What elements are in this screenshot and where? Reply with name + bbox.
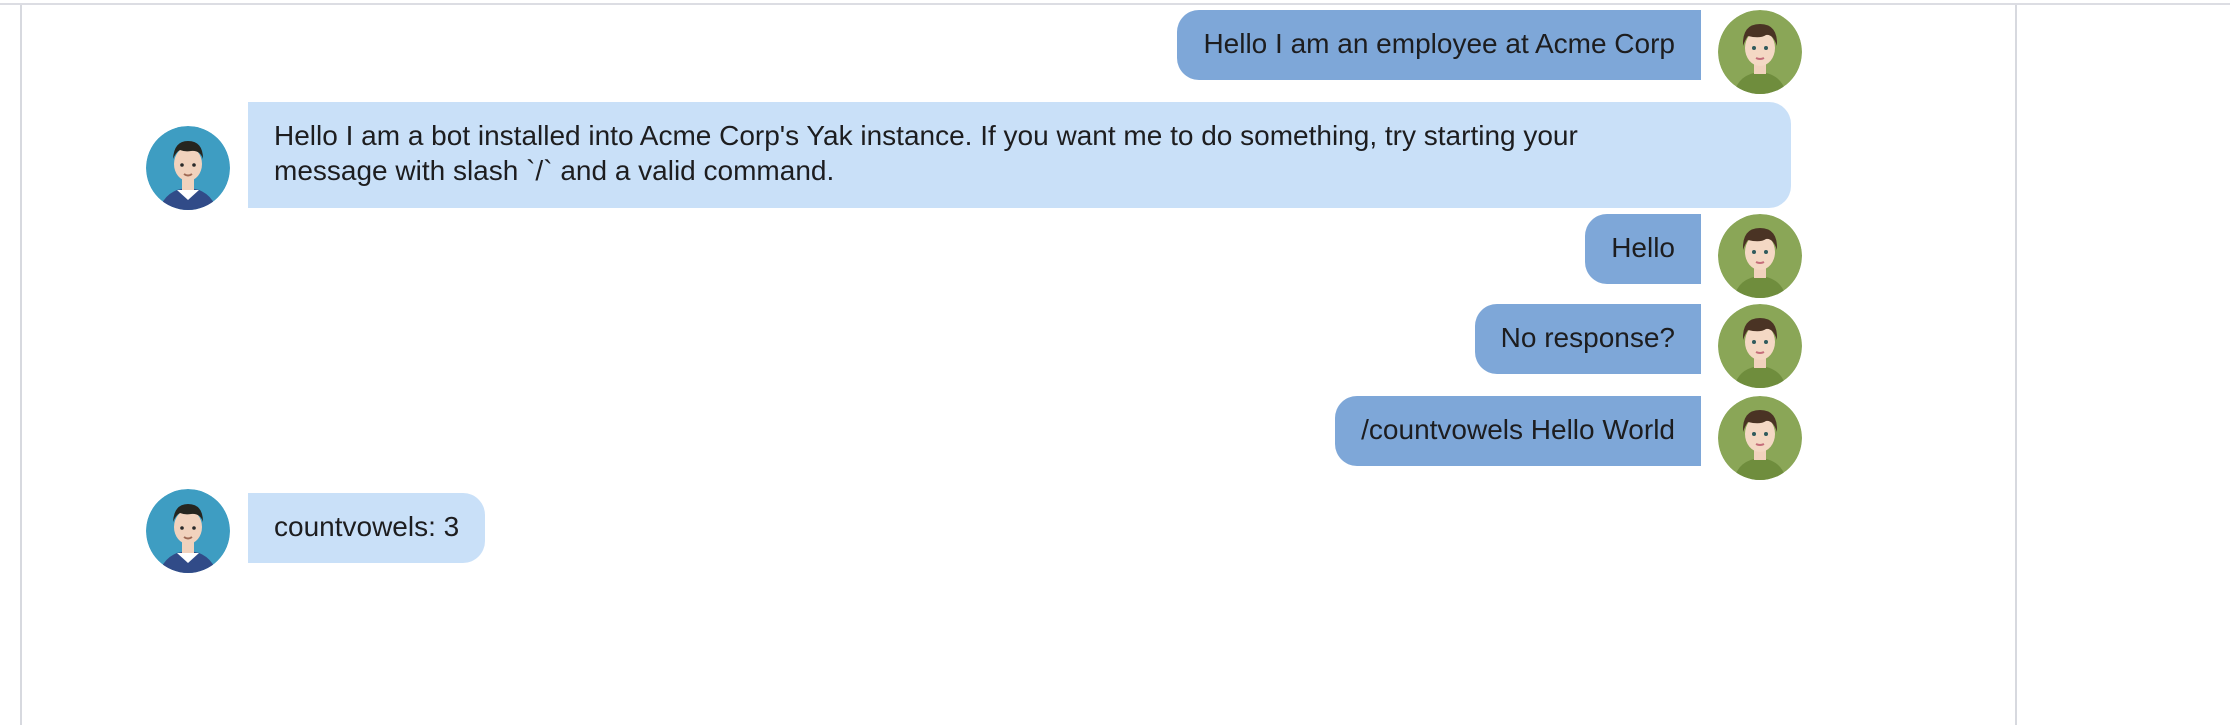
chat-panel[interactable]: Hello I am an employee at Acme Corp Hell… xyxy=(20,5,2017,725)
message-bubble-outgoing: Hello xyxy=(1585,214,1701,284)
user-avatar-icon xyxy=(1718,10,1802,94)
message-text-line: message with slash `/` and a valid comma… xyxy=(274,155,835,186)
message-incoming: Hello I am a bot installed into Acme Cor… xyxy=(146,102,1812,212)
message-text: Hello I am an employee at Acme Corp xyxy=(1203,28,1675,59)
message-outgoing: Hello I am an employee at Acme Corp xyxy=(1177,10,1802,94)
message-text: /countvowels Hello World xyxy=(1361,414,1675,445)
message-text: countvowels: 3 xyxy=(274,511,460,542)
bot-avatar-icon xyxy=(146,126,230,210)
user-avatar-icon xyxy=(1718,214,1802,298)
bot-avatar-icon xyxy=(146,489,230,573)
message-incoming: countvowels: 3 xyxy=(146,489,486,573)
message-text-line: Hello I am a bot installed into Acme Cor… xyxy=(274,120,1578,151)
message-outgoing: /countvowels Hello World xyxy=(1335,396,1802,480)
user-avatar-icon xyxy=(1718,396,1802,480)
user-avatar-icon xyxy=(1718,304,1802,388)
message-outgoing: Hello xyxy=(1585,214,1802,298)
message-text: No response? xyxy=(1500,322,1675,353)
message-bubble-outgoing: No response? xyxy=(1474,304,1701,374)
message-bubble-incoming: Hello I am a bot installed into Acme Cor… xyxy=(248,102,1791,208)
message-bubble-outgoing: Hello I am an employee at Acme Corp xyxy=(1177,10,1701,80)
message-bubble-incoming: countvowels: 3 xyxy=(248,493,486,563)
message-bubble-outgoing: /countvowels Hello World xyxy=(1335,396,1701,466)
message-outgoing: No response? xyxy=(1474,304,1802,388)
message-text: Hello xyxy=(1611,232,1675,263)
